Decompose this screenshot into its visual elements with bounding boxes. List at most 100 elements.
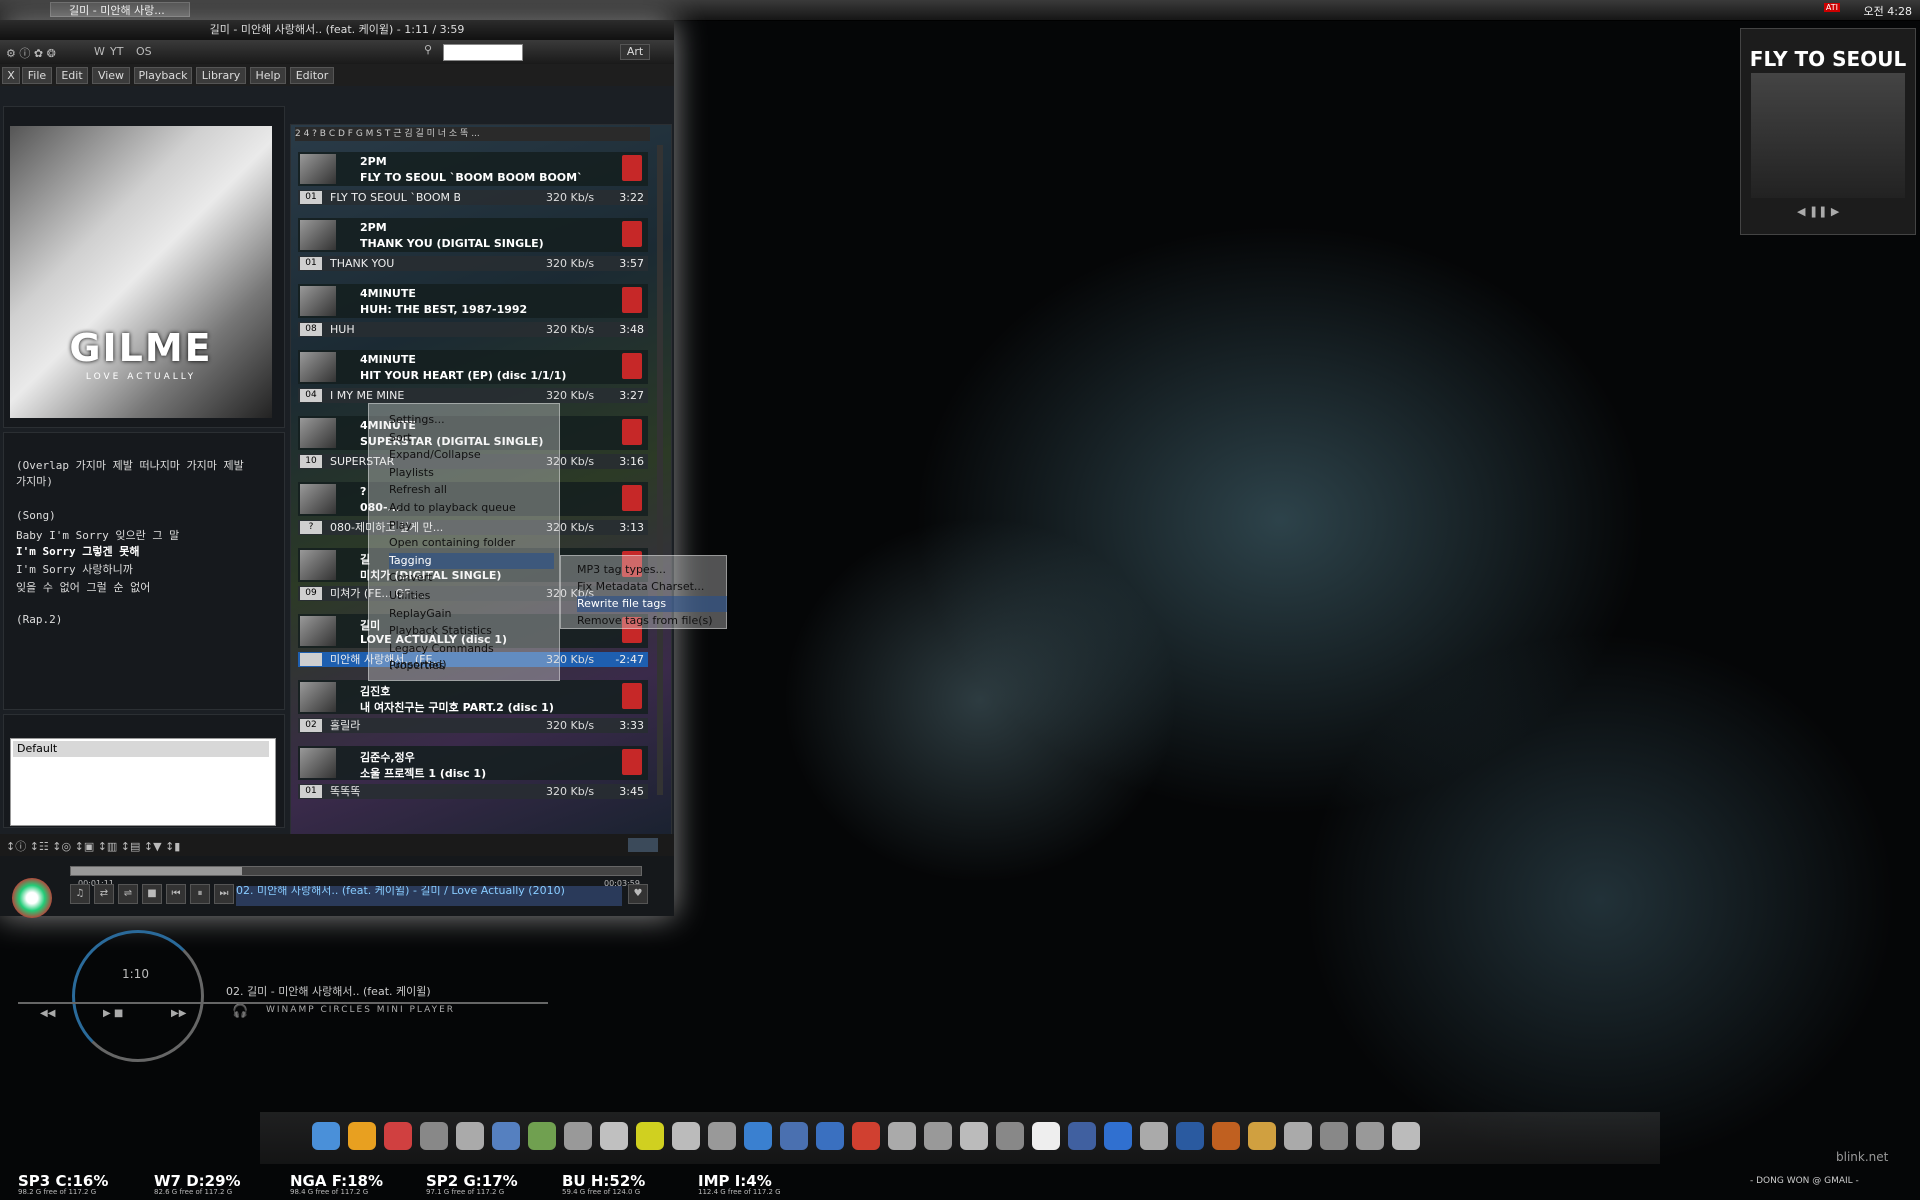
table-row[interactable]: 01 THANK YOU 320 Kb/s 3:57 xyxy=(298,256,648,271)
search-input[interactable] xyxy=(443,44,523,61)
stop-icon[interactable]: ■ xyxy=(142,884,162,904)
seek-bar[interactable] xyxy=(70,866,642,876)
menu-edit[interactable]: Edit xyxy=(56,67,88,84)
dock-app-icon[interactable] xyxy=(1068,1122,1096,1150)
art-button[interactable]: Art xyxy=(620,44,650,60)
dock-app-icon[interactable] xyxy=(816,1122,844,1150)
menu-library[interactable]: Library xyxy=(196,67,246,84)
dock-app-icon[interactable] xyxy=(420,1122,448,1150)
dock-app-icon[interactable] xyxy=(312,1122,340,1150)
playlist-group[interactable]: 4MINUTE HUH: THE BEST, 1987-1992 xyxy=(298,284,648,318)
sort-icons[interactable]: ↕ⓘ ↕☷ ↕◎ ↕▣ ↕▥ ↕▤ ↕▼ ↕▮ xyxy=(6,838,180,854)
submenu-item[interactable]: MP3 tag types... xyxy=(577,562,727,578)
dock-app-icon[interactable] xyxy=(1248,1122,1276,1150)
menu-help[interactable]: Help xyxy=(250,67,286,84)
dock-app-icon[interactable] xyxy=(780,1122,808,1150)
eq-icon[interactable]: ♫ xyxy=(70,884,90,904)
tray-clock[interactable]: 오전 4:28 xyxy=(1864,3,1912,19)
context-menu-item[interactable]: Convert xyxy=(389,570,554,586)
context-menu-item[interactable]: Playlists xyxy=(389,465,554,481)
toolbar-icon-yt[interactable]: YT xyxy=(110,45,123,58)
playlist-group[interactable]: 2PM THANK YOU (DIGITAL SINGLE) xyxy=(298,218,648,252)
menu-close[interactable]: X xyxy=(2,67,20,84)
menu-editor[interactable]: Editor xyxy=(290,67,334,84)
context-menu-item[interactable]: Open containing folder xyxy=(389,535,554,551)
alphabet-jump-bar[interactable]: 2 4 ? B C D F G M S T 근 김 길 미 너 소 똑 ... xyxy=(295,127,650,141)
playlist-group[interactable]: 김준수,정우 소울 프로젝트 1 (disc 1) xyxy=(298,746,648,780)
dock-app-icon[interactable] xyxy=(600,1122,628,1150)
grid-view-icon[interactable] xyxy=(628,838,658,852)
dock-app-icon[interactable] xyxy=(708,1122,736,1150)
dock-app-icon[interactable] xyxy=(1140,1122,1168,1150)
menu-playback[interactable]: Playback xyxy=(134,67,192,84)
repeat-icon[interactable]: ⇄ xyxy=(94,884,114,904)
dock-app-icon[interactable] xyxy=(1032,1122,1060,1150)
menu-view[interactable]: View xyxy=(92,67,130,84)
dock-app-icon[interactable] xyxy=(960,1122,988,1150)
submenu-item[interactable]: Rewrite file tags xyxy=(577,596,727,612)
context-menu-item[interactable]: Add to playback queue xyxy=(389,500,554,516)
ati-tray-icon[interactable]: ATI xyxy=(1823,3,1840,12)
mini-player-ring[interactable] xyxy=(72,930,204,1062)
context-menu-item[interactable]: Legacy Commands (unsorted) xyxy=(389,641,554,671)
dock-app-icon[interactable] xyxy=(1104,1122,1132,1150)
dock-app-icon[interactable] xyxy=(672,1122,700,1150)
playlist-scrollbar[interactable] xyxy=(657,145,663,795)
dock-app-icon[interactable] xyxy=(924,1122,952,1150)
toolbar-icon-w[interactable]: W xyxy=(94,45,105,58)
mini-player-controls[interactable]: ◀◀ ▶ ■ ▶▶ xyxy=(40,1008,186,1019)
context-menu-item[interactable]: Tagging xyxy=(389,552,554,569)
context-menu-item[interactable]: Playback Statistics xyxy=(389,623,554,639)
dock-app-icon[interactable] xyxy=(1284,1122,1312,1150)
menu-file[interactable]: File xyxy=(22,67,52,84)
dock-app-icon[interactable] xyxy=(744,1122,772,1150)
context-menu-item[interactable]: Refresh all xyxy=(389,482,554,498)
dock-app-icon[interactable] xyxy=(996,1122,1024,1150)
winamp-titlebar[interactable]: 길미 - 미안해 사랑해서.. (feat. 케이윌) - 1:11 / 3:5… xyxy=(0,20,674,40)
context-menu-item[interactable]: ReplayGain xyxy=(389,606,554,622)
context-menu-item[interactable]: Properties xyxy=(389,658,554,674)
dock-app-icon[interactable] xyxy=(888,1122,916,1150)
playlist-group[interactable]: 김진호 내 여자친구는 구미호 PART.2 (disc 1) xyxy=(298,680,648,714)
taskbar-task-winamp[interactable]: 길미 - 미안해 사랑... xyxy=(50,2,190,17)
table-row[interactable]: 04 I MY ME MINE 320 Kb/s 3:27 xyxy=(298,388,648,403)
mini-player-seek[interactable] xyxy=(18,1002,548,1004)
playlist-group[interactable]: 4MINUTE HIT YOUR HEART (EP) (disc 1/1/1) xyxy=(298,350,648,384)
dock-app-icon[interactable] xyxy=(1392,1122,1420,1150)
playlist-group[interactable]: 2PM FLY TO SEOUL `BOOM BOOM BOOM` xyxy=(298,152,648,186)
context-menu-item[interactable]: Utilities xyxy=(389,588,554,604)
submenu-item[interactable]: Remove tags from file(s) xyxy=(577,613,727,629)
dock-app-icon[interactable] xyxy=(384,1122,412,1150)
dock-app-icon[interactable] xyxy=(528,1122,556,1150)
context-menu-item[interactable]: Settings... xyxy=(389,412,554,428)
context-menu-item[interactable]: Expand/Collapse xyxy=(389,447,554,463)
dock-app-icon[interactable] xyxy=(1356,1122,1384,1150)
dock-app-icon[interactable] xyxy=(348,1122,376,1150)
table-row[interactable]: 01 똑똑똑 320 Kb/s 3:45 xyxy=(298,784,648,799)
dock-app-icon[interactable] xyxy=(456,1122,484,1150)
dock-app-icon[interactable] xyxy=(492,1122,520,1150)
table-row[interactable]: 08 HUH 320 Kb/s 3:48 xyxy=(298,322,648,337)
context-menu-item[interactable]: Play xyxy=(389,518,554,534)
dock-app-icon[interactable] xyxy=(1320,1122,1348,1150)
settings-icon[interactable]: ⚙ ⓘ ✿ ❂ xyxy=(6,45,56,61)
toolbar-icon-os[interactable]: OS xyxy=(136,45,152,58)
playlist-item-default[interactable]: Default xyxy=(13,741,269,757)
context-menu-item[interactable]: Sort xyxy=(389,430,554,446)
dock-app-icon[interactable] xyxy=(1212,1122,1240,1150)
heart-icon[interactable]: ♥ xyxy=(628,884,648,904)
winamp-logo-icon[interactable] xyxy=(12,878,52,918)
submenu-item[interactable]: Fix Metadata Charset... xyxy=(577,579,727,595)
playlist-list[interactable]: Default xyxy=(10,738,276,826)
previous-icon[interactable]: ⏮ xyxy=(166,884,186,904)
dock-app-icon[interactable] xyxy=(564,1122,592,1150)
table-row[interactable]: 02 홀릴라 320 Kb/s 3:33 xyxy=(298,718,648,733)
widget-controls[interactable]: ◀ ❚❚ ▶ xyxy=(1797,205,1839,218)
next-icon[interactable]: ⏭ xyxy=(214,884,234,904)
dock-app-icon[interactable] xyxy=(852,1122,880,1150)
dock-app-icon[interactable] xyxy=(636,1122,664,1150)
table-row[interactable]: 01 FLY TO SEOUL `BOOM B... 320 Kb/s 3:22 xyxy=(298,190,648,205)
shuffle-icon[interactable]: ⇌ xyxy=(118,884,138,904)
dock-app-icon[interactable] xyxy=(1176,1122,1204,1150)
pause-icon[interactable]: ⏸ xyxy=(190,884,210,904)
